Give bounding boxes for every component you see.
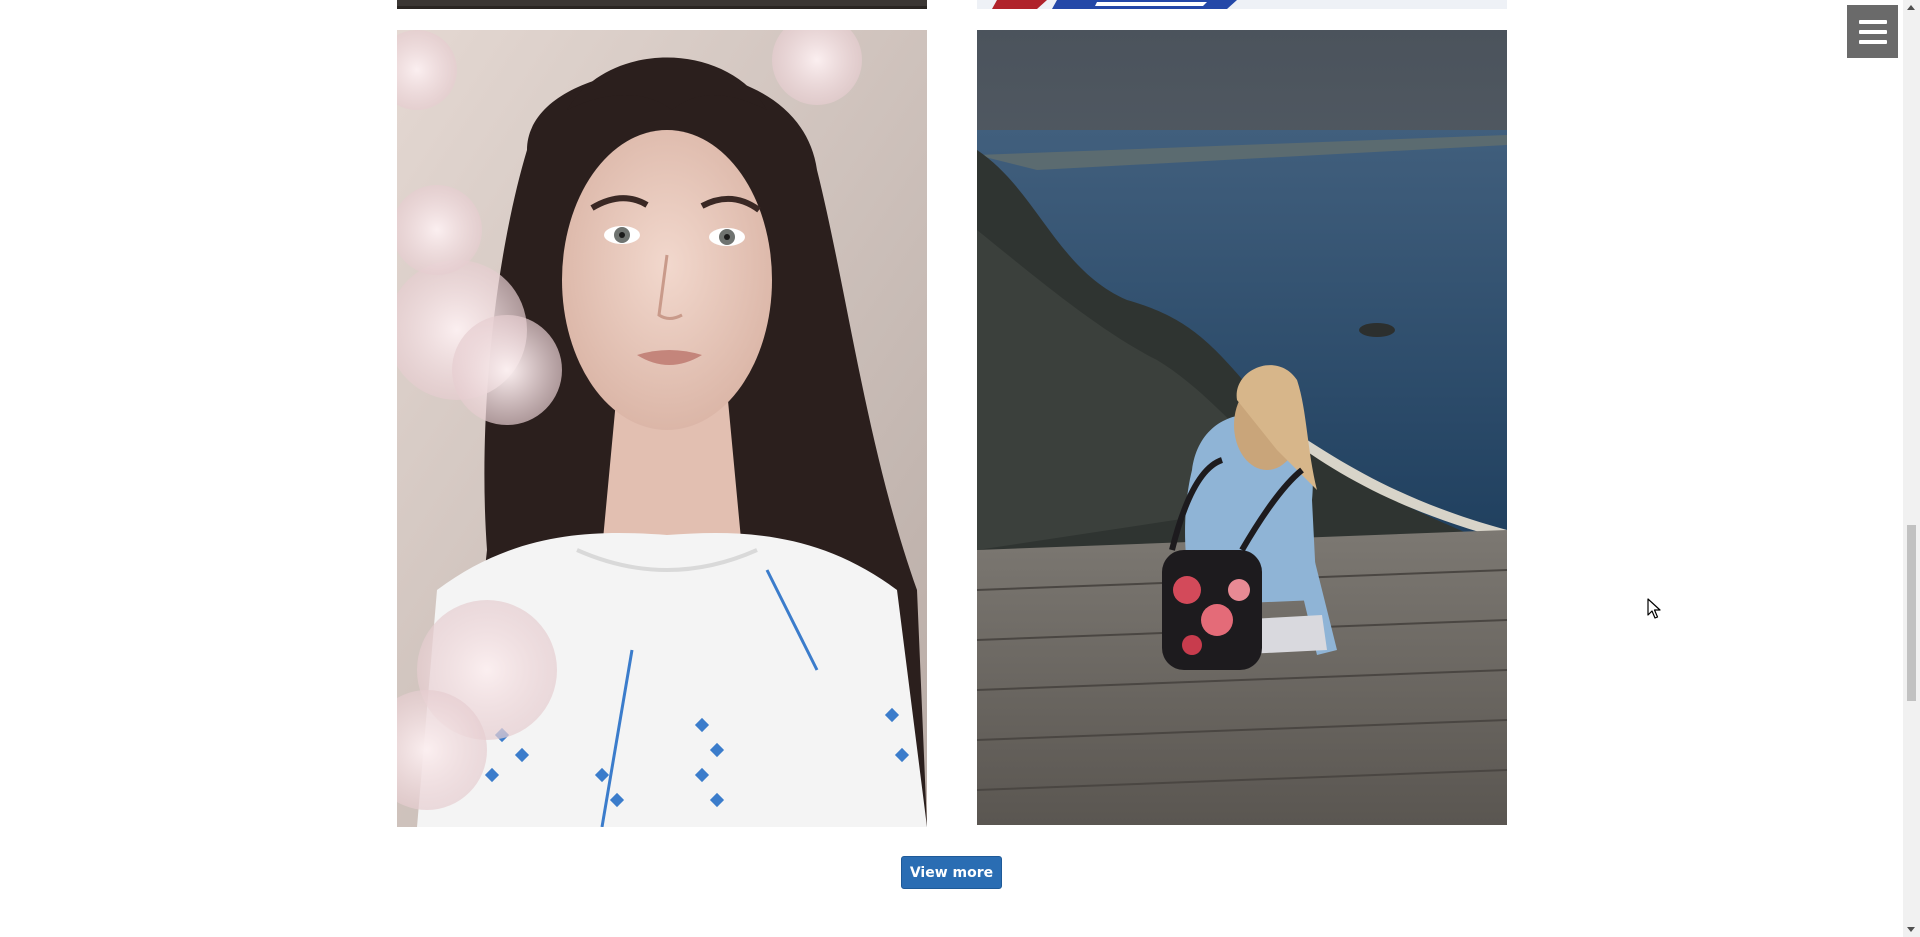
vertical-scrollbar[interactable] xyxy=(1903,0,1920,937)
gallery-photo-top-right[interactable] xyxy=(977,0,1507,9)
page: View more xyxy=(0,0,1920,937)
gallery-photo-top-left[interactable] xyxy=(397,0,927,9)
scroll-down-arrow-icon[interactable] xyxy=(1907,927,1915,932)
hamburger-menu-icon xyxy=(1858,19,1887,44)
mouse-cursor-icon xyxy=(1647,598,1661,619)
gallery-photo-portrait[interactable] xyxy=(397,30,927,827)
scroll-up-arrow-icon[interactable] xyxy=(1907,5,1915,10)
menu-button[interactable] xyxy=(1847,5,1898,58)
scrollbar-thumb[interactable] xyxy=(1907,525,1916,701)
view-more-button[interactable]: View more xyxy=(901,856,1002,889)
gallery-photo-coastal[interactable] xyxy=(977,30,1507,825)
